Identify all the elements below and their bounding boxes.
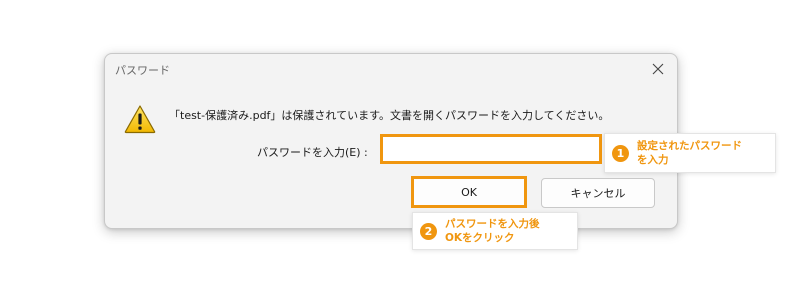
- close-icon: [652, 63, 664, 75]
- callout-1-line2: を入力: [637, 154, 669, 166]
- warning-icon: [124, 105, 156, 134]
- annotation-callout-1: 1 設定されたパスワード を入力: [604, 133, 776, 173]
- cancel-button[interactable]: キャンセル: [541, 178, 655, 208]
- close-button[interactable]: [647, 58, 669, 80]
- password-label: パスワードを入力(E) :: [257, 146, 368, 159]
- dialog-message: 「test-保護済み.pdf」は保護されています。文書を開くパスワードを入力して…: [169, 109, 610, 122]
- callout-2-line2: OKをクリック: [445, 232, 515, 244]
- password-input[interactable]: [380, 134, 602, 164]
- ok-button[interactable]: OK: [411, 176, 527, 208]
- callout-2-line1: パスワードを入力後: [445, 218, 540, 230]
- password-dialog: パスワード 「test-保護済み.pdf」は保護されています。文書を開くパスワー…: [104, 53, 678, 229]
- callout-text-2: パスワードを入力後 OKをクリック: [445, 217, 540, 245]
- callout-text-1: 設定されたパスワード を入力: [637, 139, 742, 167]
- annotation-callout-2: 2 パスワードを入力後 OKをクリック: [412, 212, 578, 250]
- dialog-title: パスワード: [115, 64, 170, 77]
- step-number-badge-1: 1: [612, 144, 629, 162]
- step-number-badge-2: 2: [420, 222, 437, 240]
- callout-1-line1: 設定されたパスワード: [637, 140, 742, 152]
